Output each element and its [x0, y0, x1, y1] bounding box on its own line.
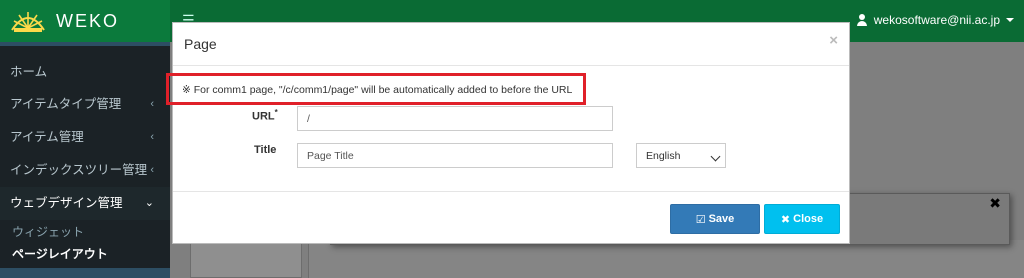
sidebar-item-label: アイテムタイプ管理	[10, 97, 122, 111]
divider	[173, 191, 849, 192]
sidebar-item-home[interactable]: ホーム	[0, 56, 170, 89]
sidebar-footer-strip	[0, 268, 170, 278]
sidebar-subitem-page-layout[interactable]: ページレイアウト	[0, 243, 170, 265]
required-marker: *	[274, 108, 278, 117]
sidebar-subitem-label: ウィジェット	[12, 225, 85, 239]
brand-name[interactable]: WEKO	[56, 11, 119, 32]
sidebar-subitem-label: ページレイアウト	[12, 247, 108, 261]
sidebar-subitem-widget[interactable]: ウィジェット	[0, 221, 170, 243]
user-email: wekosoftware@nii.ac.jp	[873, 13, 1000, 27]
sidebar-item-web-design[interactable]: ウェブデザイン管理 ⌄	[0, 187, 170, 220]
save-button-label: Save	[708, 213, 735, 225]
sidebar-item-label: ホーム	[10, 65, 48, 79]
user-icon	[856, 14, 868, 26]
title-label: Title	[254, 144, 277, 156]
chevron-left-icon: ‹	[150, 131, 154, 143]
language-select-value: English	[646, 150, 681, 162]
weko-logo-icon	[11, 12, 45, 32]
modal-title: Page	[184, 36, 217, 52]
user-menu[interactable]: wekosoftware@nii.ac.jp	[856, 13, 1014, 27]
x-icon: ✖	[780, 213, 791, 226]
sidebar-item-index-tree[interactable]: インデックスツリー管理 ‹	[0, 154, 170, 187]
modal-close-icon[interactable]: ×	[829, 32, 838, 49]
url-input-value: /	[307, 113, 310, 125]
chevron-down-icon: ⌄	[144, 197, 154, 209]
url-label-text: URL	[252, 110, 275, 123]
background-panel	[308, 240, 1024, 278]
url-label: URL*	[252, 108, 278, 123]
caret-down-icon	[1006, 18, 1014, 22]
sidebar-item-label: アイテム管理	[10, 130, 84, 144]
chevron-down-icon	[710, 151, 721, 162]
language-select[interactable]: English	[636, 143, 726, 168]
sidebar-item-label: ウェブデザイン管理	[10, 196, 123, 210]
brand-area: WEKO	[0, 0, 170, 42]
close-button[interactable]: ✖ Close	[764, 204, 840, 234]
divider	[173, 65, 849, 66]
title-input[interactable]: Page Title	[297, 143, 613, 168]
sidebar-item-item-type[interactable]: アイテムタイプ管理 ‹	[0, 88, 170, 121]
check-square-icon: ☑	[695, 213, 706, 226]
sidebar-item-items[interactable]: アイテム管理 ‹	[0, 121, 170, 154]
sidebar-strip	[0, 42, 170, 46]
sidebar-item-label: インデックスツリー管理	[10, 163, 148, 177]
title-input-placeholder: Page Title	[307, 150, 354, 162]
background-close-icon[interactable]: ✖	[989, 195, 1001, 212]
url-input[interactable]: /	[297, 106, 613, 131]
chevron-left-icon: ‹	[150, 98, 154, 110]
close-button-label: Close	[793, 213, 824, 225]
background-panel	[190, 240, 302, 278]
chevron-left-icon: ‹	[150, 164, 154, 176]
save-button[interactable]: ☑ Save	[670, 204, 760, 234]
url-prefix-notice: ※ For comm1 page, "/c/comm1/page" will b…	[182, 84, 573, 96]
